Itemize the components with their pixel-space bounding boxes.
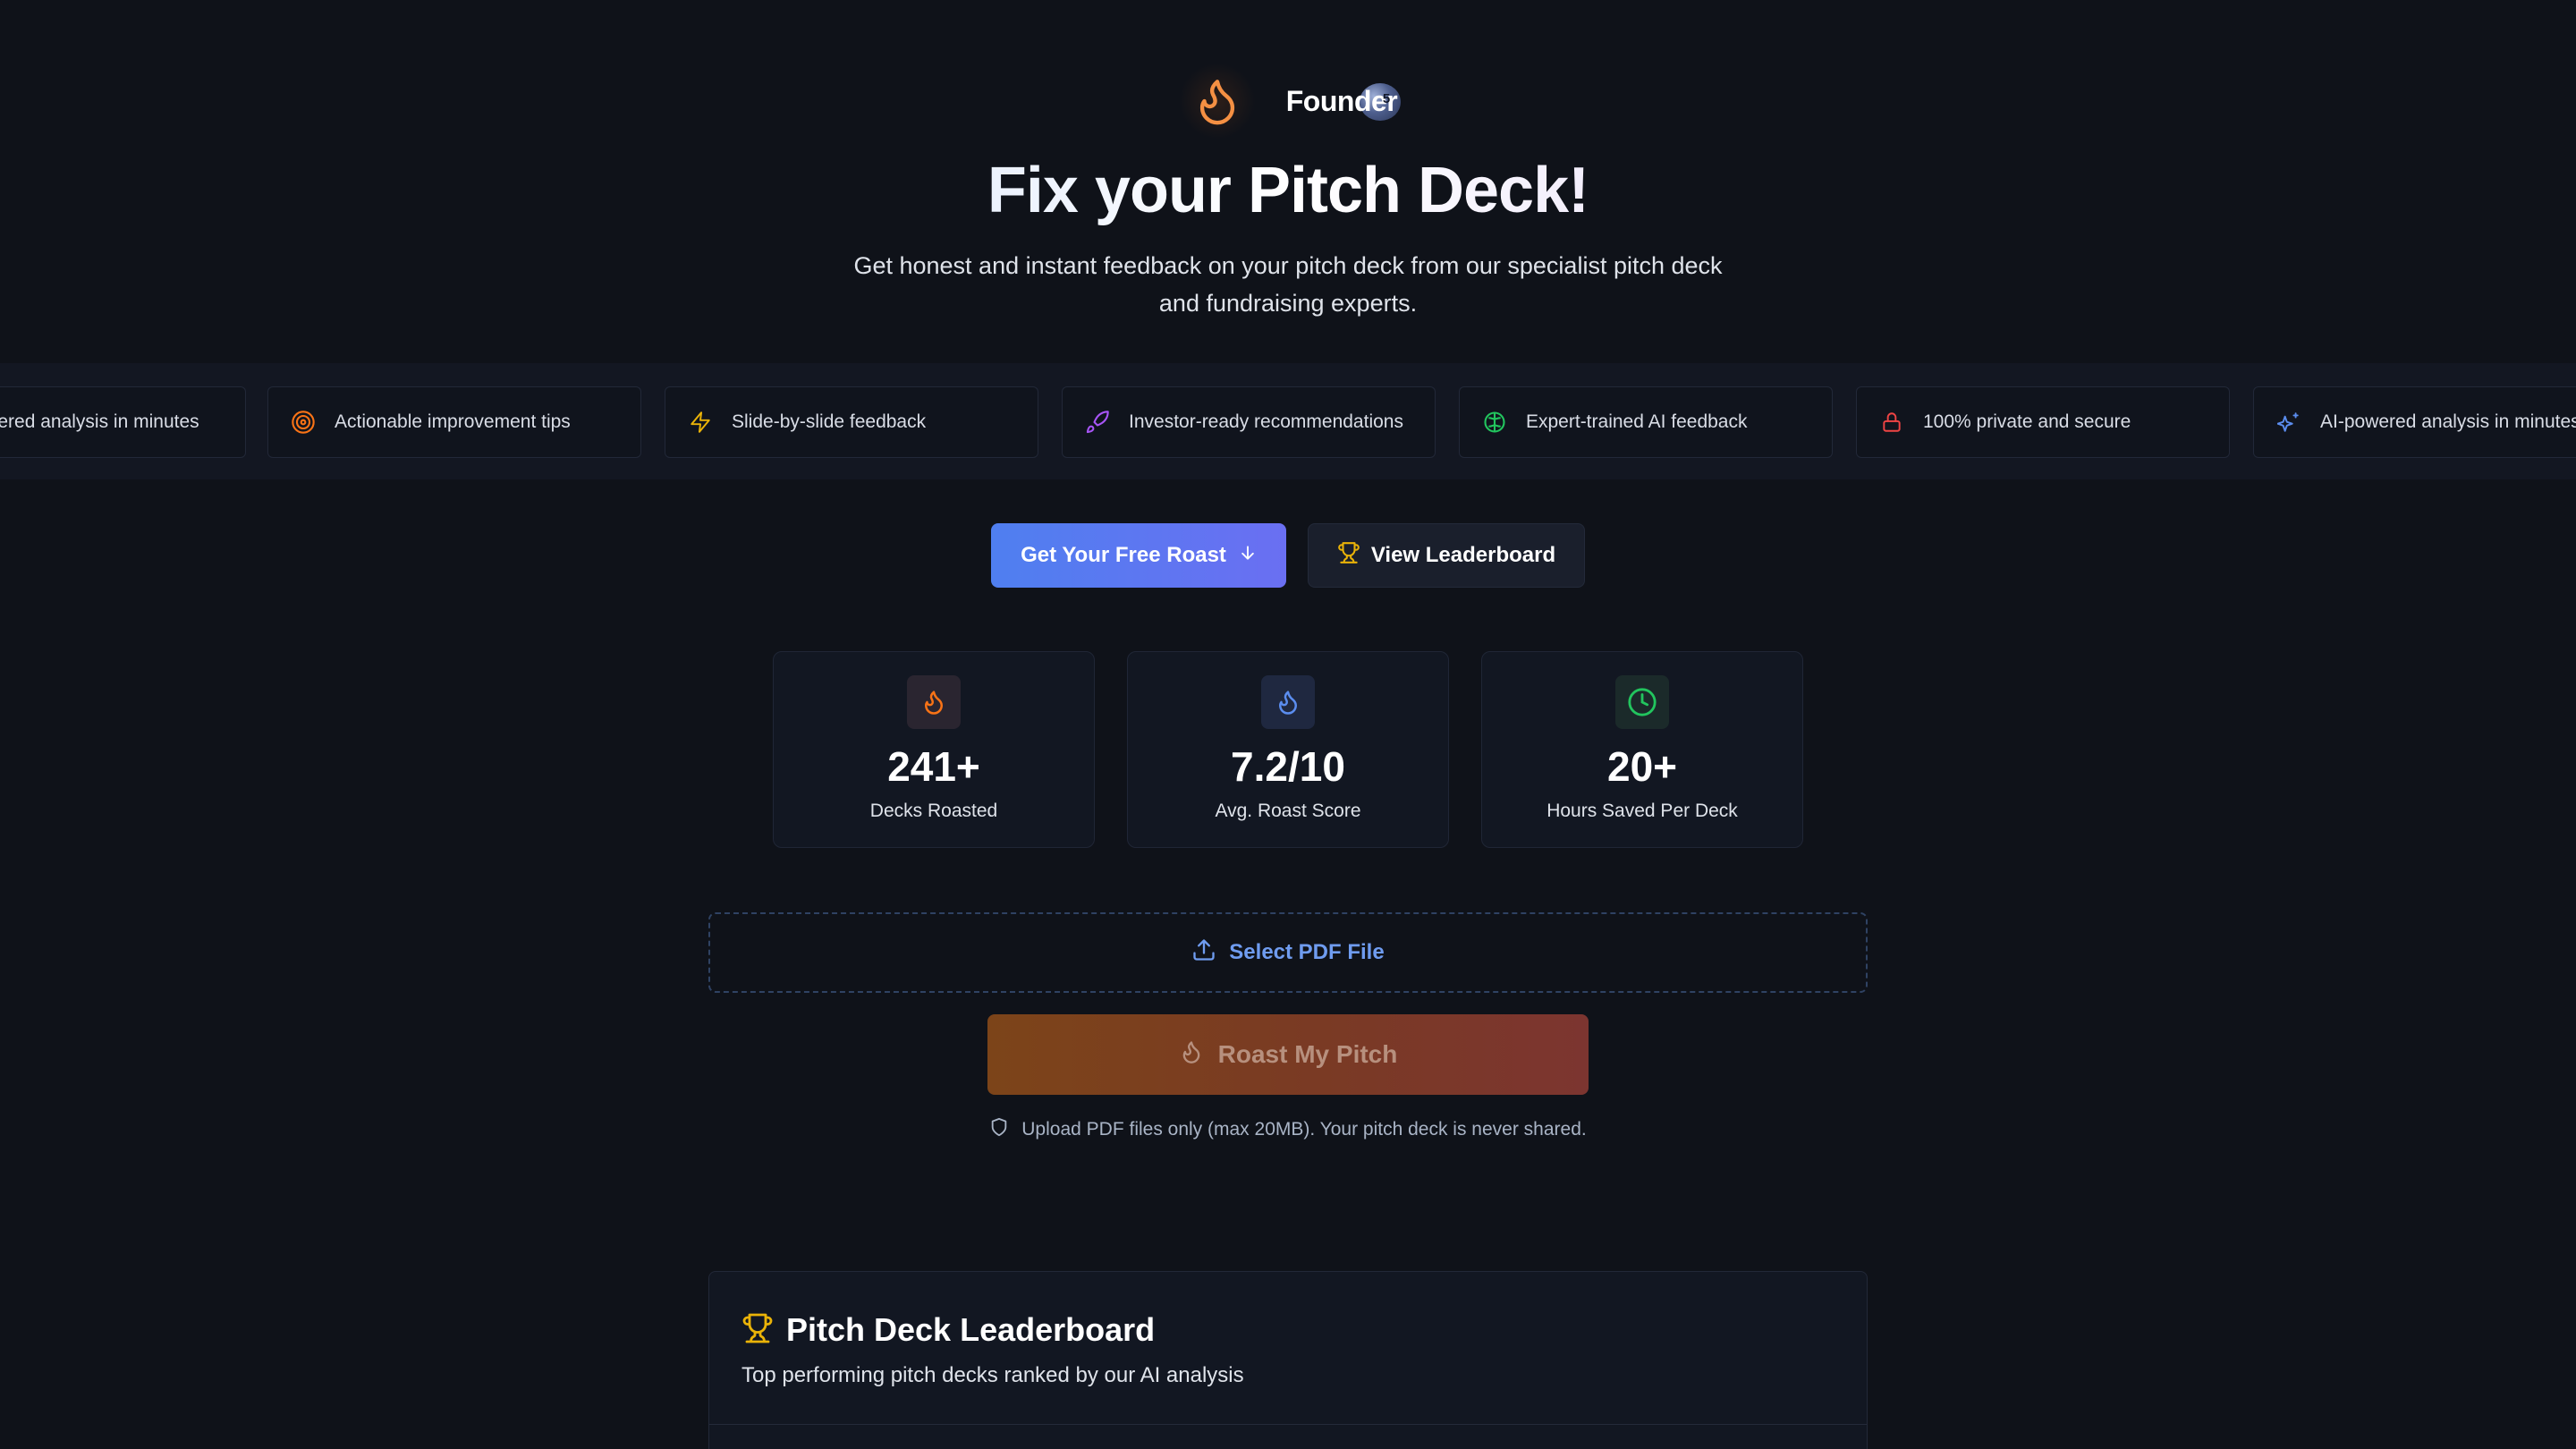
clock-icon — [1615, 675, 1669, 729]
roast-my-pitch-label: Roast My Pitch — [1217, 1040, 1398, 1068]
trophy-icon — [1337, 541, 1360, 571]
feature-label: Expert-trained AI feedback — [1526, 411, 1748, 432]
select-pdf-dropzone[interactable]: Select PDF File — [708, 912, 1868, 993]
trophy-icon — [741, 1312, 774, 1349]
feature-pill: AI-powered analysis in minutes — [0, 386, 246, 458]
upload-note-text: Upload PDF files only (max 20MB). Your p… — [1021, 1119, 1587, 1140]
feature-label: Investor-ready recommendations — [1129, 411, 1403, 432]
page-subtitle: Get honest and instant feedback on your … — [853, 252, 1723, 317]
leaderboard-panel: Pitch Deck Leaderboard Top performing pi… — [708, 1271, 1868, 1449]
stat-card-decks-roasted: 241+ Decks Roasted — [773, 651, 1095, 848]
upload-note: Upload PDF files only (max 20MB). Your p… — [0, 1116, 2576, 1143]
flame-logo-icon — [1178, 63, 1256, 140]
rocket-icon — [1084, 409, 1111, 436]
get-free-roast-button[interactable]: Get Your Free Roast — [991, 523, 1286, 588]
flame-icon — [1261, 675, 1315, 729]
stat-value: 7.2/10 — [1231, 743, 1345, 790]
lightning-icon — [687, 409, 714, 436]
sparkles-icon — [2275, 409, 2302, 436]
feature-label: Actionable improvement tips — [335, 411, 571, 432]
feature-pill: 100% private and secure — [1856, 386, 2230, 458]
feature-label: AI-powered analysis in minutes — [2320, 411, 2576, 432]
brand-name: Founder — [1285, 84, 1398, 117]
brand-logo[interactable]: Founder 5 — [1285, 74, 1402, 128]
stat-label: Decks Roasted — [869, 801, 998, 821]
feature-marquee: AI-powered analysis in minutes Actionabl… — [0, 363, 2576, 479]
lock-icon — [1878, 409, 1905, 436]
feature-pill: AI-powered analysis in minutes — [2253, 386, 2576, 458]
arrow-down-icon — [1239, 543, 1257, 569]
shield-icon — [989, 1116, 1009, 1143]
page: Founder 5 Fix your Pitch Deck! Get hones… — [0, 0, 2576, 1449]
get-free-roast-label: Get Your Free Roast — [1021, 543, 1226, 567]
stat-card-hours-saved: 20+ Hours Saved Per Deck — [1481, 651, 1803, 848]
leaderboard-subtitle: Top performing pitch decks ranked by our… — [741, 1363, 1244, 1387]
flame-icon — [1179, 1038, 1204, 1072]
feature-pill: Investor-ready recommendations — [1062, 386, 1436, 458]
upload-icon — [1191, 937, 1216, 969]
leaderboard-title: Pitch Deck Leaderboard — [786, 1311, 1156, 1348]
select-pdf-label: Select PDF File — [1229, 940, 1385, 964]
logo-row: Founder 5 — [0, 63, 2576, 140]
feature-pill: Slide-by-slide feedback — [665, 386, 1038, 458]
view-leaderboard-label: View Leaderboard — [1370, 543, 1556, 567]
feature-pill: Expert-trained AI feedback — [1459, 386, 1833, 458]
stat-value: 20+ — [1606, 743, 1678, 790]
target-icon — [290, 409, 317, 436]
brand-badge-number: 5 — [1382, 91, 1391, 106]
leaderboard-header: Pitch Deck Leaderboard — [741, 1311, 1155, 1349]
feature-pill: Actionable improvement tips — [267, 386, 641, 458]
brain-icon — [1481, 409, 1508, 436]
stat-value: 241+ — [887, 743, 980, 790]
feature-label: 100% private and secure — [1923, 411, 2131, 432]
feature-label: Slide-by-slide feedback — [732, 411, 927, 432]
stat-card-avg-roast-score: 7.2/10 Avg. Roast Score — [1127, 651, 1449, 848]
stat-label: Avg. Roast Score — [1215, 801, 1361, 821]
feature-label: AI-powered analysis in minutes — [0, 411, 199, 432]
page-title: Fix your Pitch Deck! — [0, 154, 2576, 227]
flame-icon — [907, 675, 961, 729]
view-leaderboard-button[interactable]: View Leaderboard — [1308, 523, 1585, 588]
stat-label: Hours Saved Per Deck — [1546, 801, 1738, 821]
roast-my-pitch-button[interactable]: Roast My Pitch — [987, 1014, 1589, 1095]
divider — [709, 1424, 1867, 1425]
